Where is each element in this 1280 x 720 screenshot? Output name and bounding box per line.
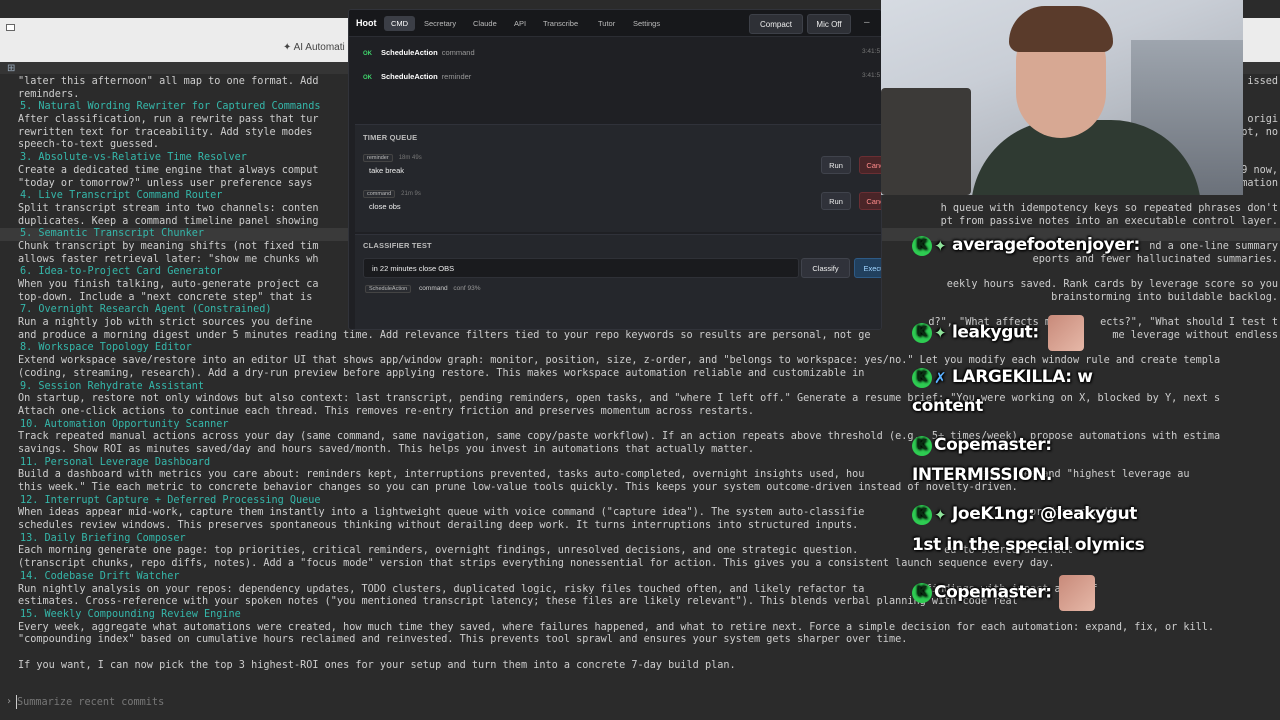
terminal-fragment: issed	[1247, 76, 1278, 87]
chat-message: K ✦ JoeK1ng: @leakygut	[912, 504, 1137, 525]
mic-toggle-button[interactable]: Mic Off	[807, 14, 851, 34]
emote-image	[1059, 575, 1096, 611]
run-button[interactable]: Run	[821, 156, 851, 174]
chat-text: w	[1077, 367, 1093, 387]
timer-queue-section: TIMER QUEUE reminder 18m 49s take break R…	[355, 124, 881, 232]
terminal-line: Every week, aggregate what automations w…	[18, 621, 1215, 633]
log-action: ScheduleAction	[381, 72, 438, 81]
log-time: 3:41:5	[862, 72, 881, 79]
timer-remaining: 21m 9s	[401, 191, 421, 197]
webcam-feed	[881, 0, 1243, 195]
chat-badge-icon: K	[912, 323, 932, 343]
log-row: OK ScheduleAction reminder 3:41:5	[363, 72, 880, 86]
chat-message-continuation: INTERMISSION.	[912, 465, 1052, 485]
cancel-button[interactable]: Cancel	[859, 156, 881, 174]
status-ok-badge: OK	[363, 51, 372, 57]
run-button[interactable]: Run	[821, 192, 851, 210]
log-time: 3:41:5	[862, 48, 881, 55]
chat-badge-icon: K	[912, 367, 932, 388]
chat-message: K Copemaster:	[912, 435, 1052, 456]
streamer-hair	[1009, 6, 1113, 52]
minimize-icon[interactable]: –	[864, 17, 870, 28]
chat-message-continuation: content	[912, 396, 983, 416]
timer-tag: reminder	[363, 154, 393, 162]
prompt-caret-icon: ›	[6, 696, 13, 707]
classifier-section: CLASSIFIER TEST	[355, 234, 881, 329]
log-row: OK ScheduleAction command 3:41:5	[363, 48, 880, 62]
chat-text: INTERMISSION.	[912, 465, 1053, 485]
chat-username: leakygut:	[952, 322, 1039, 343]
chat-text: content	[912, 396, 983, 416]
timer-remaining: 18m 49s	[398, 155, 422, 161]
chat-badge-icon: K	[912, 235, 932, 256]
sparkle-icon: ✦	[934, 324, 947, 342]
hoot-navbar: Hoot CMD Secretary Claude API Transcribe…	[349, 10, 881, 37]
sword-icon: ✗	[934, 368, 947, 387]
chat-badge-icon: K	[912, 435, 932, 456]
chat-username: LARGEKILLA:	[952, 367, 1072, 387]
tab-secretary[interactable]: Secretary	[417, 16, 463, 31]
tab-settings[interactable]: Settings	[626, 16, 667, 31]
chat-text: 1st in the special olymics	[912, 535, 1145, 555]
terminal-prompt[interactable]: › Summarize recent commits	[0, 686, 1280, 720]
hoot-brand: Hoot	[356, 18, 377, 28]
timer-name: close obs	[369, 202, 401, 211]
log-kind: reminder	[441, 72, 472, 81]
timer-tag: command	[363, 190, 396, 198]
classifier-result: ScheduleAction command conf 93%	[365, 285, 481, 293]
terminal-line: "compounding index" based on cumulative …	[18, 634, 908, 646]
section-title: CLASSIFIER TEST	[363, 241, 432, 250]
execute-button[interactable]: Execute	[854, 258, 881, 278]
log-action: ScheduleAction	[381, 48, 438, 57]
terminal-line: If you want, I can now pick the top 3 hi…	[18, 659, 736, 671]
result-type: command	[419, 285, 448, 292]
log-kind: command	[441, 48, 475, 57]
timer-name: take break	[369, 166, 405, 175]
classify-button[interactable]: Classify	[801, 258, 850, 278]
chat-message: K Copemaster:	[912, 575, 1096, 611]
tab-transcribe[interactable]: Transcribe	[536, 16, 585, 31]
terminal-fragment: 9 now,	[1241, 164, 1278, 176]
prompt-input[interactable]: Summarize recent commits	[17, 697, 164, 708]
chat-username: averagefootenjoyer:	[952, 235, 1140, 255]
background-object	[881, 88, 971, 195]
chat-overlay: K ✦ averagefootenjoyer: K ✦ leakygut: K ✗ LARG…	[912, 195, 1280, 615]
window-icon	[6, 24, 15, 31]
status-ok-badge: OK	[363, 75, 372, 81]
timer-item: command 21m 9s close obs Run Cancel	[363, 188, 881, 220]
chat-message: K ✦ leakygut:	[912, 315, 1085, 351]
compact-button[interactable]: Compact	[749, 14, 803, 34]
classifier-input[interactable]: in 22 minutes close OBS	[363, 258, 799, 278]
sparkle-icon: ✦	[934, 236, 947, 255]
section-title: TIMER QUEUE	[363, 133, 418, 142]
chat-username: Copemaster:	[934, 435, 1052, 455]
hoot-panel: Hoot CMD Secretary Claude API Transcribe…	[348, 9, 882, 330]
layout-icon[interactable]: ⊞	[7, 63, 15, 74]
chat-badge-icon: K	[912, 583, 932, 603]
emote-image	[1048, 315, 1085, 351]
result-tag: ScheduleAction	[365, 285, 412, 293]
tab-api[interactable]: API	[507, 16, 533, 31]
sparkle-icon: ✦	[934, 505, 947, 524]
chat-message: K ✗ LARGEKILLA: w	[912, 367, 1093, 388]
chat-message: K ✦ averagefootenjoyer:	[912, 235, 1140, 256]
chat-message-continuation: 1st in the special olymics	[912, 535, 1145, 555]
chat-badge-icon: K	[912, 504, 932, 525]
timer-item: reminder 18m 49s take break Run Cancel	[363, 152, 881, 184]
tab-tutor[interactable]: Tutor	[591, 16, 622, 31]
cancel-button[interactable]: Cancel	[859, 192, 881, 210]
chat-username: JoeK1ng:	[952, 504, 1035, 524]
result-confidence: conf 93%	[453, 285, 481, 292]
terminal-tab-title[interactable]: ✦ AI Automati	[283, 42, 345, 53]
tab-cmd[interactable]: CMD	[384, 16, 416, 31]
chat-username: Copemaster:	[934, 582, 1052, 603]
tab-claude[interactable]: Claude	[466, 16, 504, 31]
chat-text: @leakygut	[1039, 504, 1137, 524]
